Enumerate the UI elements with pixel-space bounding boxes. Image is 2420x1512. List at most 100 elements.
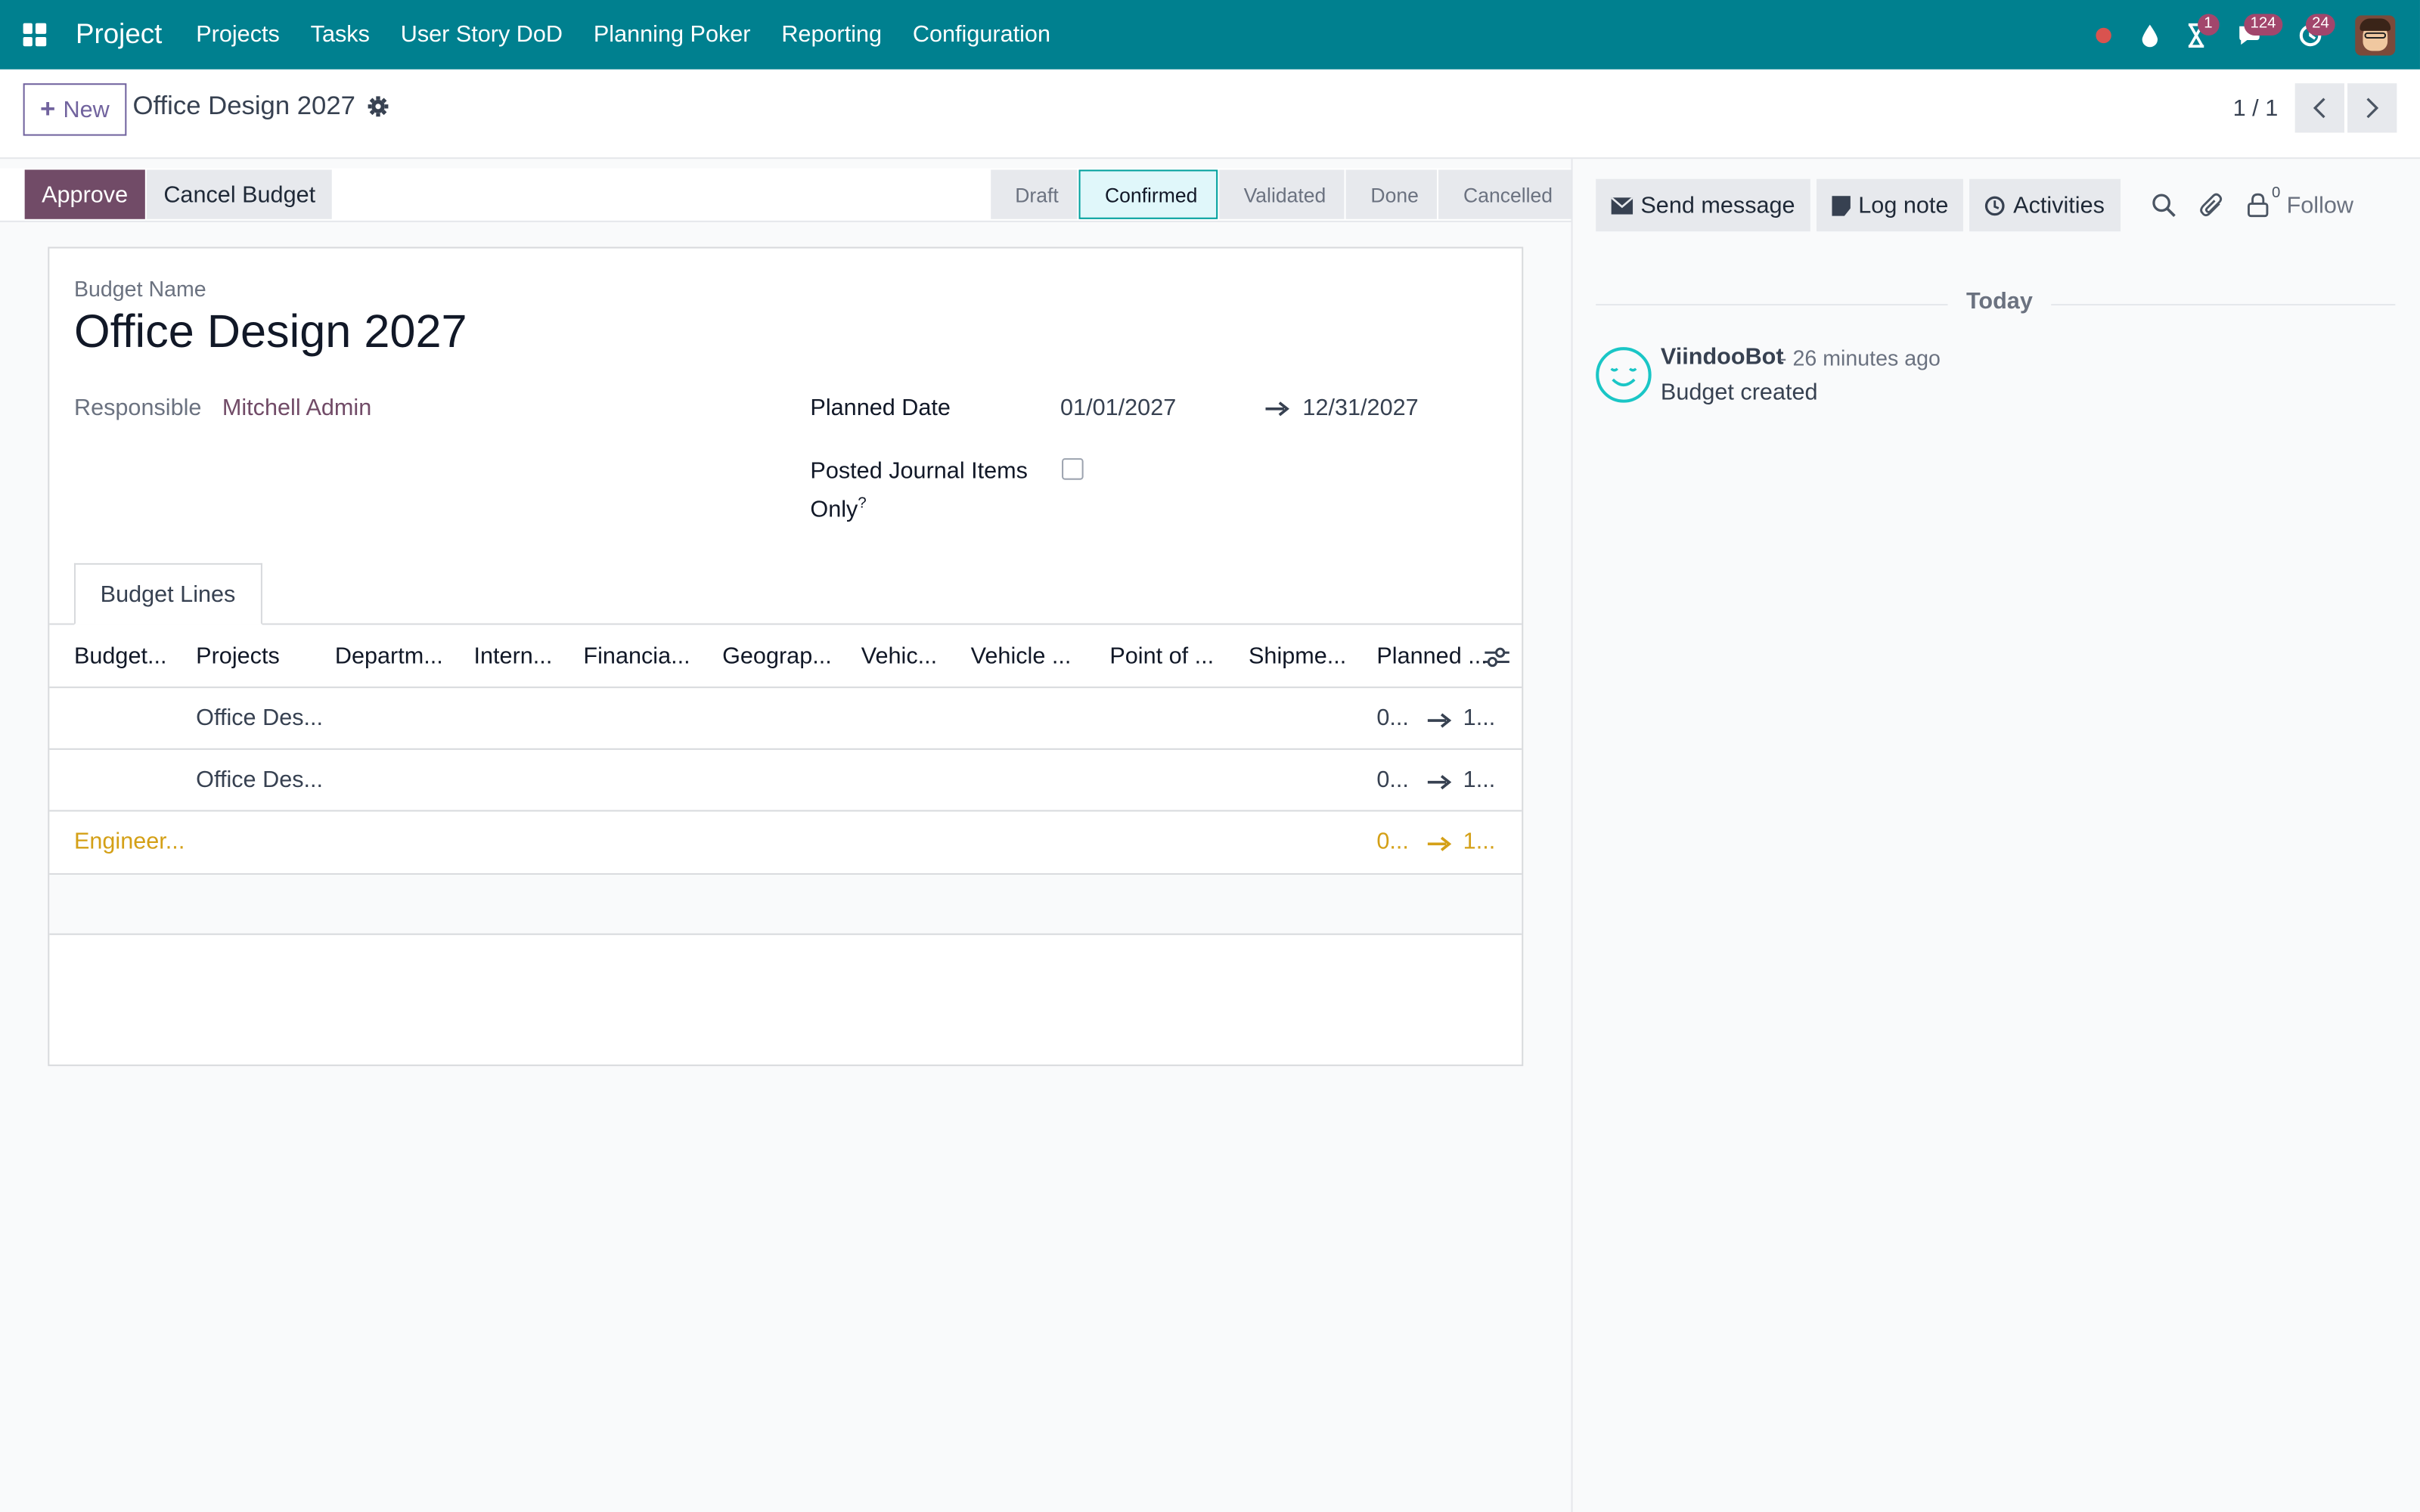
budget-name-field[interactable]: Office Design 2027 — [74, 307, 467, 359]
table-row-section[interactable]: Engineer... 0... 1... — [49, 811, 1522, 875]
arrow-right-icon — [1265, 401, 1289, 417]
activities-button[interactable]: Activities — [1970, 178, 2121, 232]
date-to-field[interactable]: 12/31/2027 — [1302, 395, 1418, 421]
updates-badge: 24 — [2305, 14, 2335, 36]
top-navbar: Project Projects Tasks User Story DoD Pl… — [0, 0, 2420, 70]
menu-tasks[interactable]: Tasks — [295, 0, 385, 70]
stage-confirmed[interactable]: Confirmed — [1078, 169, 1218, 219]
pager-previous-button[interactable] — [2294, 83, 2344, 133]
paperclip-icon[interactable] — [2199, 193, 2224, 218]
stage-pipeline: Draft Confirmed Validated Done Cancelled — [989, 169, 1571, 219]
column-header-internal[interactable]: Intern... — [474, 643, 553, 670]
date-from-field[interactable]: 01/01/2027 — [1060, 395, 1176, 421]
envelope-icon — [1611, 197, 1634, 214]
new-button-label: New — [63, 96, 110, 123]
table-row[interactable]: Office Des... 0... 1... — [49, 688, 1522, 750]
table-row[interactable]: Office Des... 0... 1... — [49, 750, 1522, 812]
chevron-left-icon — [2313, 98, 2325, 119]
lock-icon[interactable]: 0 — [2247, 184, 2280, 218]
column-header-department[interactable]: Departm... — [335, 643, 443, 670]
send-message-button[interactable]: Send message — [1596, 178, 1811, 232]
row-date-to: 1... — [1463, 767, 1496, 793]
breadcrumb-title: Office Design 2027 — [132, 91, 355, 121]
messages-icon[interactable]: 124 — [2220, 0, 2282, 70]
follow-button[interactable]: Follow — [2287, 192, 2353, 218]
hourglass-icon[interactable]: 1 — [2173, 0, 2219, 70]
table-empty-row — [49, 875, 1522, 935]
row-date-to: 1... — [1463, 705, 1496, 732]
row-budget: Engineer... — [73, 828, 185, 855]
column-header-financial[interactable]: Financia... — [583, 643, 690, 670]
menu-user-story-dod[interactable]: User Story DoD — [385, 0, 578, 70]
bot-avatar — [1596, 347, 1652, 403]
chatter-divider — [1571, 159, 1573, 1512]
menu-reporting[interactable]: Reporting — [766, 0, 898, 70]
clock-icon — [1985, 195, 2006, 215]
pager-value[interactable]: 1 / 1 — [2233, 95, 2279, 122]
new-button[interactable]: + New — [23, 83, 127, 136]
help-tooltip-icon[interactable]: ? — [858, 495, 866, 512]
stage-validated[interactable]: Validated — [1218, 169, 1345, 219]
column-header-budget[interactable]: Budget... — [74, 643, 167, 670]
app-brand[interactable]: Project — [76, 18, 162, 51]
main-menu: Projects Tasks User Story DoD Planning P… — [181, 0, 1066, 70]
posted-items-label: Posted Journal Items Only? — [810, 455, 1041, 526]
column-header-planned[interactable]: Planned ... — [1376, 643, 1487, 670]
breadcrumb: Office Design 2027 — [133, 91, 389, 122]
systray: 1 124 24 — [2080, 0, 2420, 70]
menu-projects[interactable]: Projects — [181, 0, 295, 70]
pager-next-button[interactable] — [2347, 83, 2397, 133]
chevron-right-icon — [2366, 98, 2379, 119]
note-icon — [1832, 195, 1851, 215]
smiley-icon — [1610, 367, 1637, 387]
responsible-field[interactable]: Mitchell Admin — [222, 395, 371, 421]
column-header-vehicle[interactable]: Vehicle ... — [971, 643, 1072, 670]
row-project: Office Des... — [196, 705, 324, 732]
column-header-vehicle-short[interactable]: Vehic... — [861, 643, 937, 670]
message-body: Budget created — [1660, 380, 1818, 406]
drop-icon[interactable] — [2127, 0, 2173, 70]
planned-date-label: Planned Date — [810, 395, 951, 422]
row-date-from: 0... — [1376, 705, 1409, 732]
arrow-right-icon — [1427, 713, 1452, 728]
cancel-budget-button[interactable]: Cancel Budget — [146, 169, 333, 219]
arrow-right-icon — [1427, 836, 1452, 851]
column-header-point-of[interactable]: Point of ... — [1109, 643, 1214, 670]
column-header-projects[interactable]: Projects — [196, 643, 280, 670]
tab-budget-lines[interactable]: Budget Lines — [73, 562, 262, 625]
send-message-label: Send message — [1640, 192, 1795, 218]
approve-button[interactable]: Approve — [24, 169, 145, 219]
stage-cancelled[interactable]: Cancelled — [1438, 169, 1571, 219]
message-author[interactable]: ViindooBot — [1661, 344, 1784, 370]
column-header-geography[interactable]: Geograp... — [722, 643, 832, 670]
stage-draft[interactable]: Draft — [990, 169, 1078, 219]
form-sheet: Budget Name Office Design 2027 Responsib… — [48, 246, 1524, 1067]
menu-planning-poker[interactable]: Planning Poker — [578, 0, 765, 70]
posted-items-text: Posted Journal Items Only — [810, 458, 1028, 523]
budget-name-label: Budget Name — [73, 276, 206, 301]
status-bar: Approve Cancel Budget Draft Confirmed Va… — [0, 168, 1571, 222]
control-panel: + New Office Design 2027 1 / 1 — [0, 69, 2420, 160]
row-date-from: 0... — [1376, 828, 1409, 855]
log-note-button[interactable]: Log note — [1817, 178, 1964, 232]
menu-configuration[interactable]: Configuration — [897, 0, 1066, 70]
optional-columns-icon[interactable] — [1485, 646, 1509, 668]
activities-badge: 1 — [2198, 14, 2219, 36]
stage-done[interactable]: Done — [1345, 169, 1438, 219]
recording-dot-icon[interactable] — [2080, 0, 2127, 70]
message-timestamp: - 26 minutes ago — [1779, 345, 1941, 370]
chatter-toolbar: Send message Log note Activities — [1596, 178, 2126, 232]
column-header-shipment[interactable]: Shipme... — [1249, 643, 1346, 670]
updates-icon[interactable]: 24 — [2281, 0, 2340, 70]
gear-icon[interactable] — [368, 96, 389, 118]
search-icon[interactable] — [2152, 193, 2176, 218]
posted-items-checkbox[interactable] — [1062, 458, 1084, 480]
responsible-label: Responsible — [73, 395, 202, 422]
table-header: Budget... Projects Departm... Intern... … — [49, 625, 1522, 689]
user-avatar[interactable] — [2355, 14, 2396, 55]
plus-icon: + — [40, 94, 56, 124]
apps-menu-icon[interactable] — [0, 0, 68, 70]
activities-label: Activities — [2013, 192, 2105, 218]
followers-count: 0 — [2272, 184, 2281, 202]
messages-badge: 124 — [2244, 14, 2282, 36]
